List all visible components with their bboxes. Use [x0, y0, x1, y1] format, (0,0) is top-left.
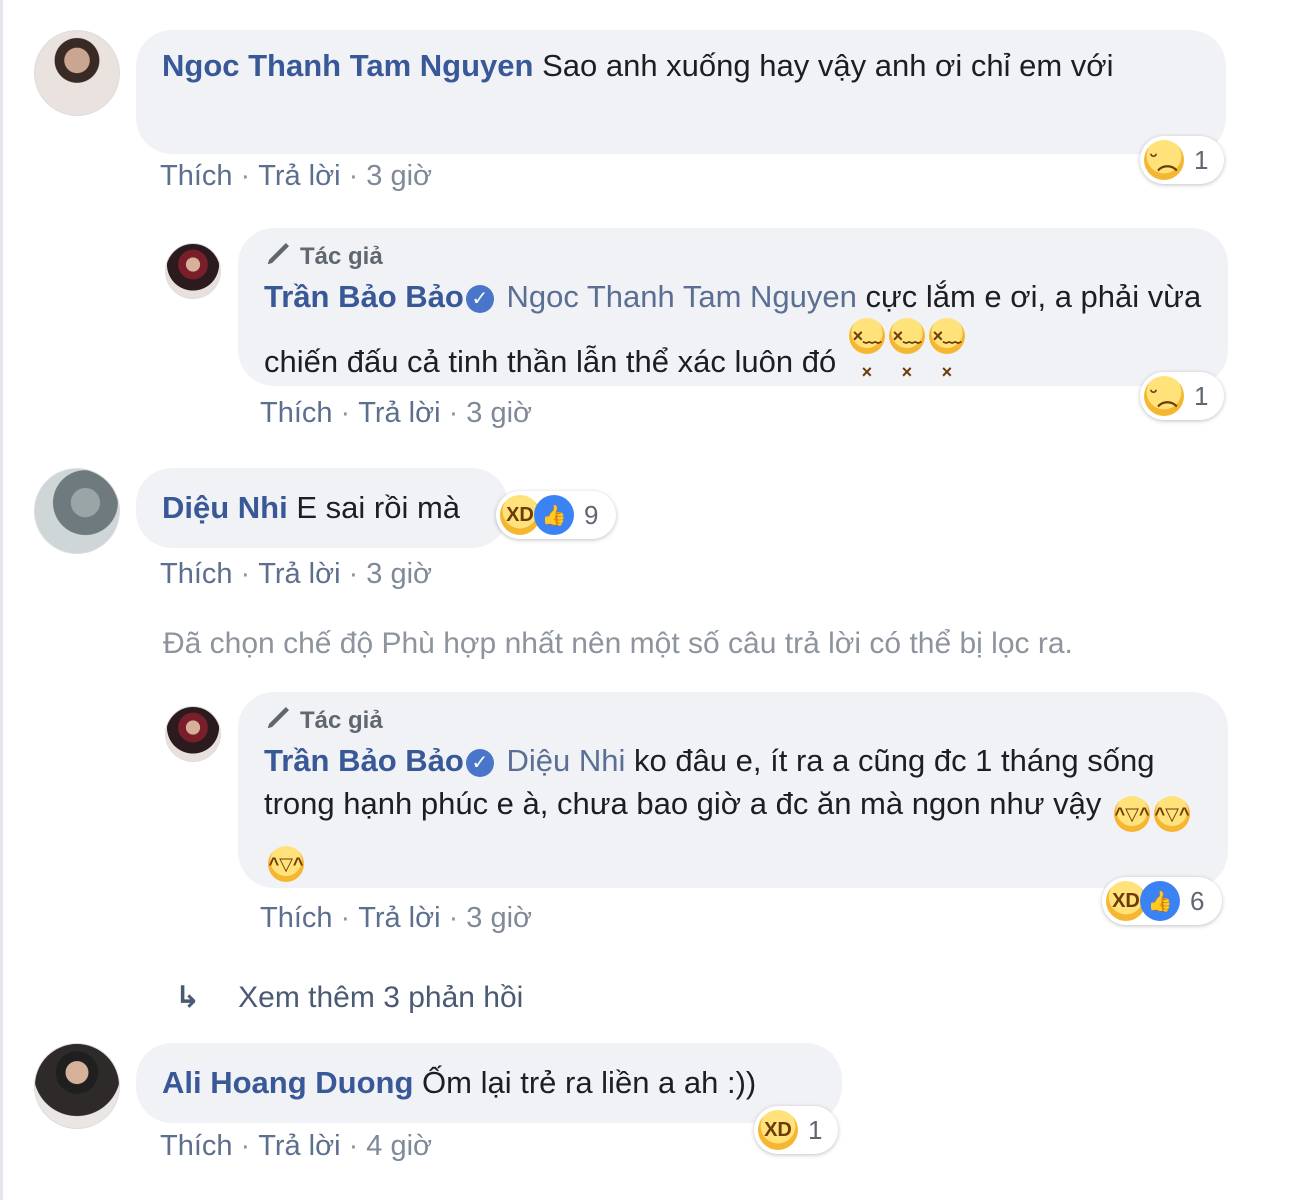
- reaction-count: 1: [1194, 144, 1209, 175]
- separator: ·: [240, 160, 251, 192]
- author-badge-label: Tác giả: [300, 707, 383, 734]
- separator: ·: [348, 1130, 359, 1162]
- avatar[interactable]: [34, 468, 120, 554]
- comment-author[interactable]: Ngoc Thanh Tam Nguyen: [162, 48, 533, 83]
- reply-link[interactable]: Trả lời: [258, 1130, 340, 1162]
- timestamp[interactable]: 3 giờ: [366, 558, 432, 590]
- author-badge-label: Tác giả: [300, 243, 383, 270]
- pencil-icon: [267, 707, 289, 729]
- sweat-smile-icon: ^▽^: [268, 846, 304, 882]
- comment-author[interactable]: Trần Bảo Bảo: [264, 743, 464, 778]
- like-link[interactable]: Thích: [260, 902, 333, 934]
- timestamp[interactable]: 3 giờ: [466, 397, 532, 429]
- like-link[interactable]: Thích: [160, 160, 233, 192]
- sad-face-icon: ˘︵: [1144, 376, 1184, 416]
- filter-notice: Đã chọn chế độ Phù hợp nhất nên một số c…: [163, 627, 1073, 660]
- reaction-count: 1: [808, 1114, 823, 1145]
- tired-face-icon: ×﹏×: [848, 318, 885, 382]
- reaction-count: 1: [1194, 380, 1209, 411]
- haha-face-icon: XD: [758, 1110, 798, 1150]
- comment-author[interactable]: Ali Hoang Duong: [162, 1065, 413, 1100]
- timestamp[interactable]: 3 giờ: [366, 160, 432, 192]
- reply-link[interactable]: Trả lời: [358, 397, 440, 429]
- comment-author[interactable]: Trần Bảo Bảo: [264, 279, 464, 314]
- comment-bubble: Ngoc Thanh Tam Nguyen Sao anh xuống hay …: [136, 30, 1226, 154]
- sweat-smile-icon: ^▽^: [1154, 796, 1191, 832]
- timestamp[interactable]: 3 giờ: [466, 902, 532, 934]
- like-icon: 👍: [534, 495, 574, 535]
- reply-arrow-icon: ↳: [175, 981, 201, 1014]
- avatar[interactable]: [165, 706, 221, 762]
- comment-actions: Thích · Trả lời · 3 giờ: [160, 160, 432, 193]
- reply-bubble: Tác giả Trần Bảo Bảo ✓ Ngoc Thanh Tam Ngu…: [238, 228, 1228, 386]
- reply-link[interactable]: Trả lời: [258, 558, 340, 590]
- sad-face-icon: ˘︵: [1144, 140, 1184, 180]
- left-border: [0, 0, 3, 1200]
- avatar[interactable]: [165, 243, 221, 299]
- author-badge: Tác giả: [264, 702, 1202, 735]
- reaction-summary[interactable]: XD 1: [754, 1106, 838, 1154]
- like-link[interactable]: Thích: [160, 1130, 233, 1162]
- avatar[interactable]: [34, 30, 120, 116]
- view-more-replies[interactable]: ↳ Xem thêm 3 phản hồi: [175, 980, 523, 1015]
- reaction-summary[interactable]: ˘︵ 1: [1140, 136, 1224, 184]
- tired-face-icon: ×﹏×: [888, 318, 925, 382]
- comment-text: Sao anh xuống hay vậy anh ơi chỉ em với: [542, 48, 1114, 83]
- like-link[interactable]: Thích: [260, 397, 333, 429]
- separator: ·: [348, 160, 359, 192]
- comment-actions: Thích · Trả lời · 3 giờ: [260, 902, 532, 935]
- like-link[interactable]: Thích: [160, 558, 233, 590]
- reply-bubble: Tác giả Trần Bảo Bảo ✓ Diệu Nhi ko đâu e,…: [238, 692, 1228, 888]
- timestamp[interactable]: 4 giờ: [366, 1130, 432, 1162]
- comment-author[interactable]: Diệu Nhi: [162, 490, 288, 525]
- view-more-label: Xem thêm 3 phản hồi: [238, 980, 524, 1014]
- pencil-icon: [267, 243, 289, 265]
- separator: ·: [240, 558, 251, 590]
- sweat-smile-icon: ^▽^: [1114, 796, 1151, 832]
- avatar[interactable]: [34, 1043, 120, 1129]
- separator: ·: [240, 1130, 251, 1162]
- separator: ·: [448, 902, 459, 934]
- separator: ·: [448, 397, 459, 429]
- verified-badge-icon: ✓: [465, 749, 494, 777]
- comment-actions: Thích · Trả lời · 3 giờ: [260, 397, 532, 430]
- mention[interactable]: Ngoc Thanh Tam Nguyen: [506, 279, 856, 314]
- separator: ·: [340, 397, 351, 429]
- separator: ·: [340, 902, 351, 934]
- reaction-count: 6: [1190, 885, 1205, 916]
- comment-actions: Thích · Trả lời · 3 giờ: [160, 558, 432, 591]
- reaction-summary[interactable]: ˘︵ 1: [1140, 372, 1224, 420]
- reaction-count: 9: [584, 499, 599, 530]
- separator: ·: [348, 558, 359, 590]
- reply-link[interactable]: Trả lời: [358, 902, 440, 934]
- verified-badge-icon: ✓: [465, 285, 494, 313]
- comment-bubble: Diệu Nhi E sai rồi mà: [136, 468, 508, 548]
- reaction-summary[interactable]: XD 👍 9: [496, 491, 616, 539]
- reaction-summary[interactable]: XD 👍 6: [1102, 877, 1222, 925]
- reply-link[interactable]: Trả lời: [258, 160, 340, 192]
- author-badge: Tác giả: [264, 238, 1202, 271]
- comment-text: Ốm lại trẻ ra liền a ah :)): [422, 1065, 757, 1100]
- mention[interactable]: Diệu Nhi: [506, 743, 625, 778]
- comment-bubble: Ali Hoang Duong Ốm lại trẻ ra liền a ah …: [136, 1043, 842, 1123]
- comment-text: E sai rồi mà: [296, 490, 461, 525]
- comment-actions: Thích · Trả lời · 4 giờ: [160, 1130, 432, 1163]
- tired-face-icon: ×﹏×: [928, 318, 965, 382]
- like-icon: 👍: [1140, 881, 1180, 921]
